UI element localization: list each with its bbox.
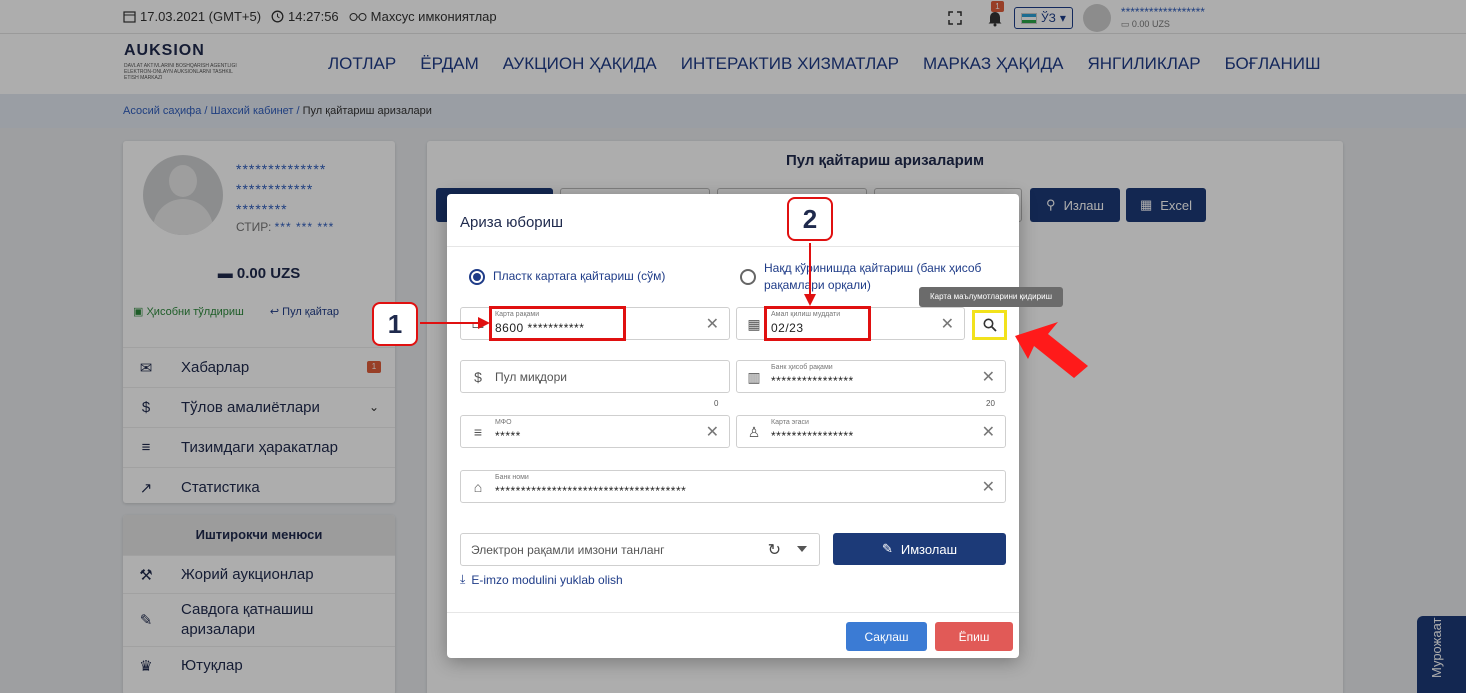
amount-counter: 0 [714,399,719,408]
mfo-field[interactable]: ≡ МФО ***** ✕ [460,415,730,448]
sign-button[interactable]: ✎ Имзолаш [833,533,1006,565]
download-icon: ⤓ [460,572,466,586]
card-owner-value: **************** [771,429,854,443]
download-eimzo-link[interactable]: ⤓ E-imzo modulini yuklab olish [460,572,623,587]
amount-field[interactable]: $ Пул миқдори [460,360,730,393]
card-search-button[interactable] [972,310,1007,340]
bank-icon: ⌂ [473,479,483,495]
card-icon: ▭ [471,315,485,332]
amount-placeholder: Пул миқдори [495,370,567,384]
radio-card-refund[interactable]: Пластк картага қайтариш (сўм) [469,268,709,285]
card-owner-label: Карта эгаси [771,419,809,426]
e-signature-select[interactable]: Электрон рақамли имзони танланг ↻ [460,533,820,566]
close-button[interactable]: Ёпиш [935,622,1013,651]
highlight-card-number [489,306,626,341]
callout-2: 2 [787,197,833,241]
divider [447,612,1019,613]
highlight-expiry [764,306,871,341]
radio-card-label: Пластк картага қайтариш (сўм) [493,269,666,283]
person-icon: ♙ [747,423,761,440]
bank-account-value: **************** [771,374,854,388]
refresh-icon[interactable]: ↻ [768,540,781,560]
save-button[interactable]: Сақлаш [846,622,927,651]
dollar-icon: $ [474,369,482,385]
pencil-icon: ✎ [881,541,893,556]
download-label: E-imzo modulini yuklab olish [471,572,623,587]
calendar-icon: ▦ [747,315,761,332]
building-icon: ▥ [747,368,761,385]
application-modal: Ариза юбориш Пластк картага қайтариш (сў… [447,194,1063,658]
bank-name-value: ************************************* [495,484,687,498]
dropdown-arrow-icon[interactable] [797,546,807,552]
mfo-value: ***** [495,429,521,443]
bank-account-field[interactable]: ▥ Банк ҳисоб рақами **************** ✕ [736,360,1006,393]
clear-icon[interactable]: ✕ [982,422,995,442]
radio-checked-icon [469,269,485,285]
clear-icon[interactable]: ✕ [706,422,719,442]
e-signature-placeholder: Электрон рақамли имзони танланг [471,543,665,557]
clear-icon[interactable]: ✕ [982,477,995,497]
card-owner-field[interactable]: ♙ Карта эгаси **************** ✕ [736,415,1006,448]
tooltip: Карта маълумотларини қидириш [919,287,1063,307]
sign-label: Имзолаш [900,541,958,557]
clear-icon[interactable]: ✕ [706,314,719,334]
callout-1: 1 [372,302,418,346]
search-icon [983,318,997,332]
mfo-label: МФО [495,419,512,426]
divider [447,246,1019,247]
bank-name-label: Банк номи [495,474,529,481]
radio-unchecked-icon [740,269,756,285]
clear-icon[interactable]: ✕ [982,367,995,387]
clear-icon[interactable]: ✕ [941,314,954,334]
modal-title: Ариза юбориш [460,214,564,231]
bank-account-label: Банк ҳисоб рақами [771,364,833,371]
bank-account-counter: 20 [986,399,995,408]
lines-icon: ≡ [473,424,483,440]
bank-name-field[interactable]: ⌂ Банк номи ****************************… [460,470,1006,503]
